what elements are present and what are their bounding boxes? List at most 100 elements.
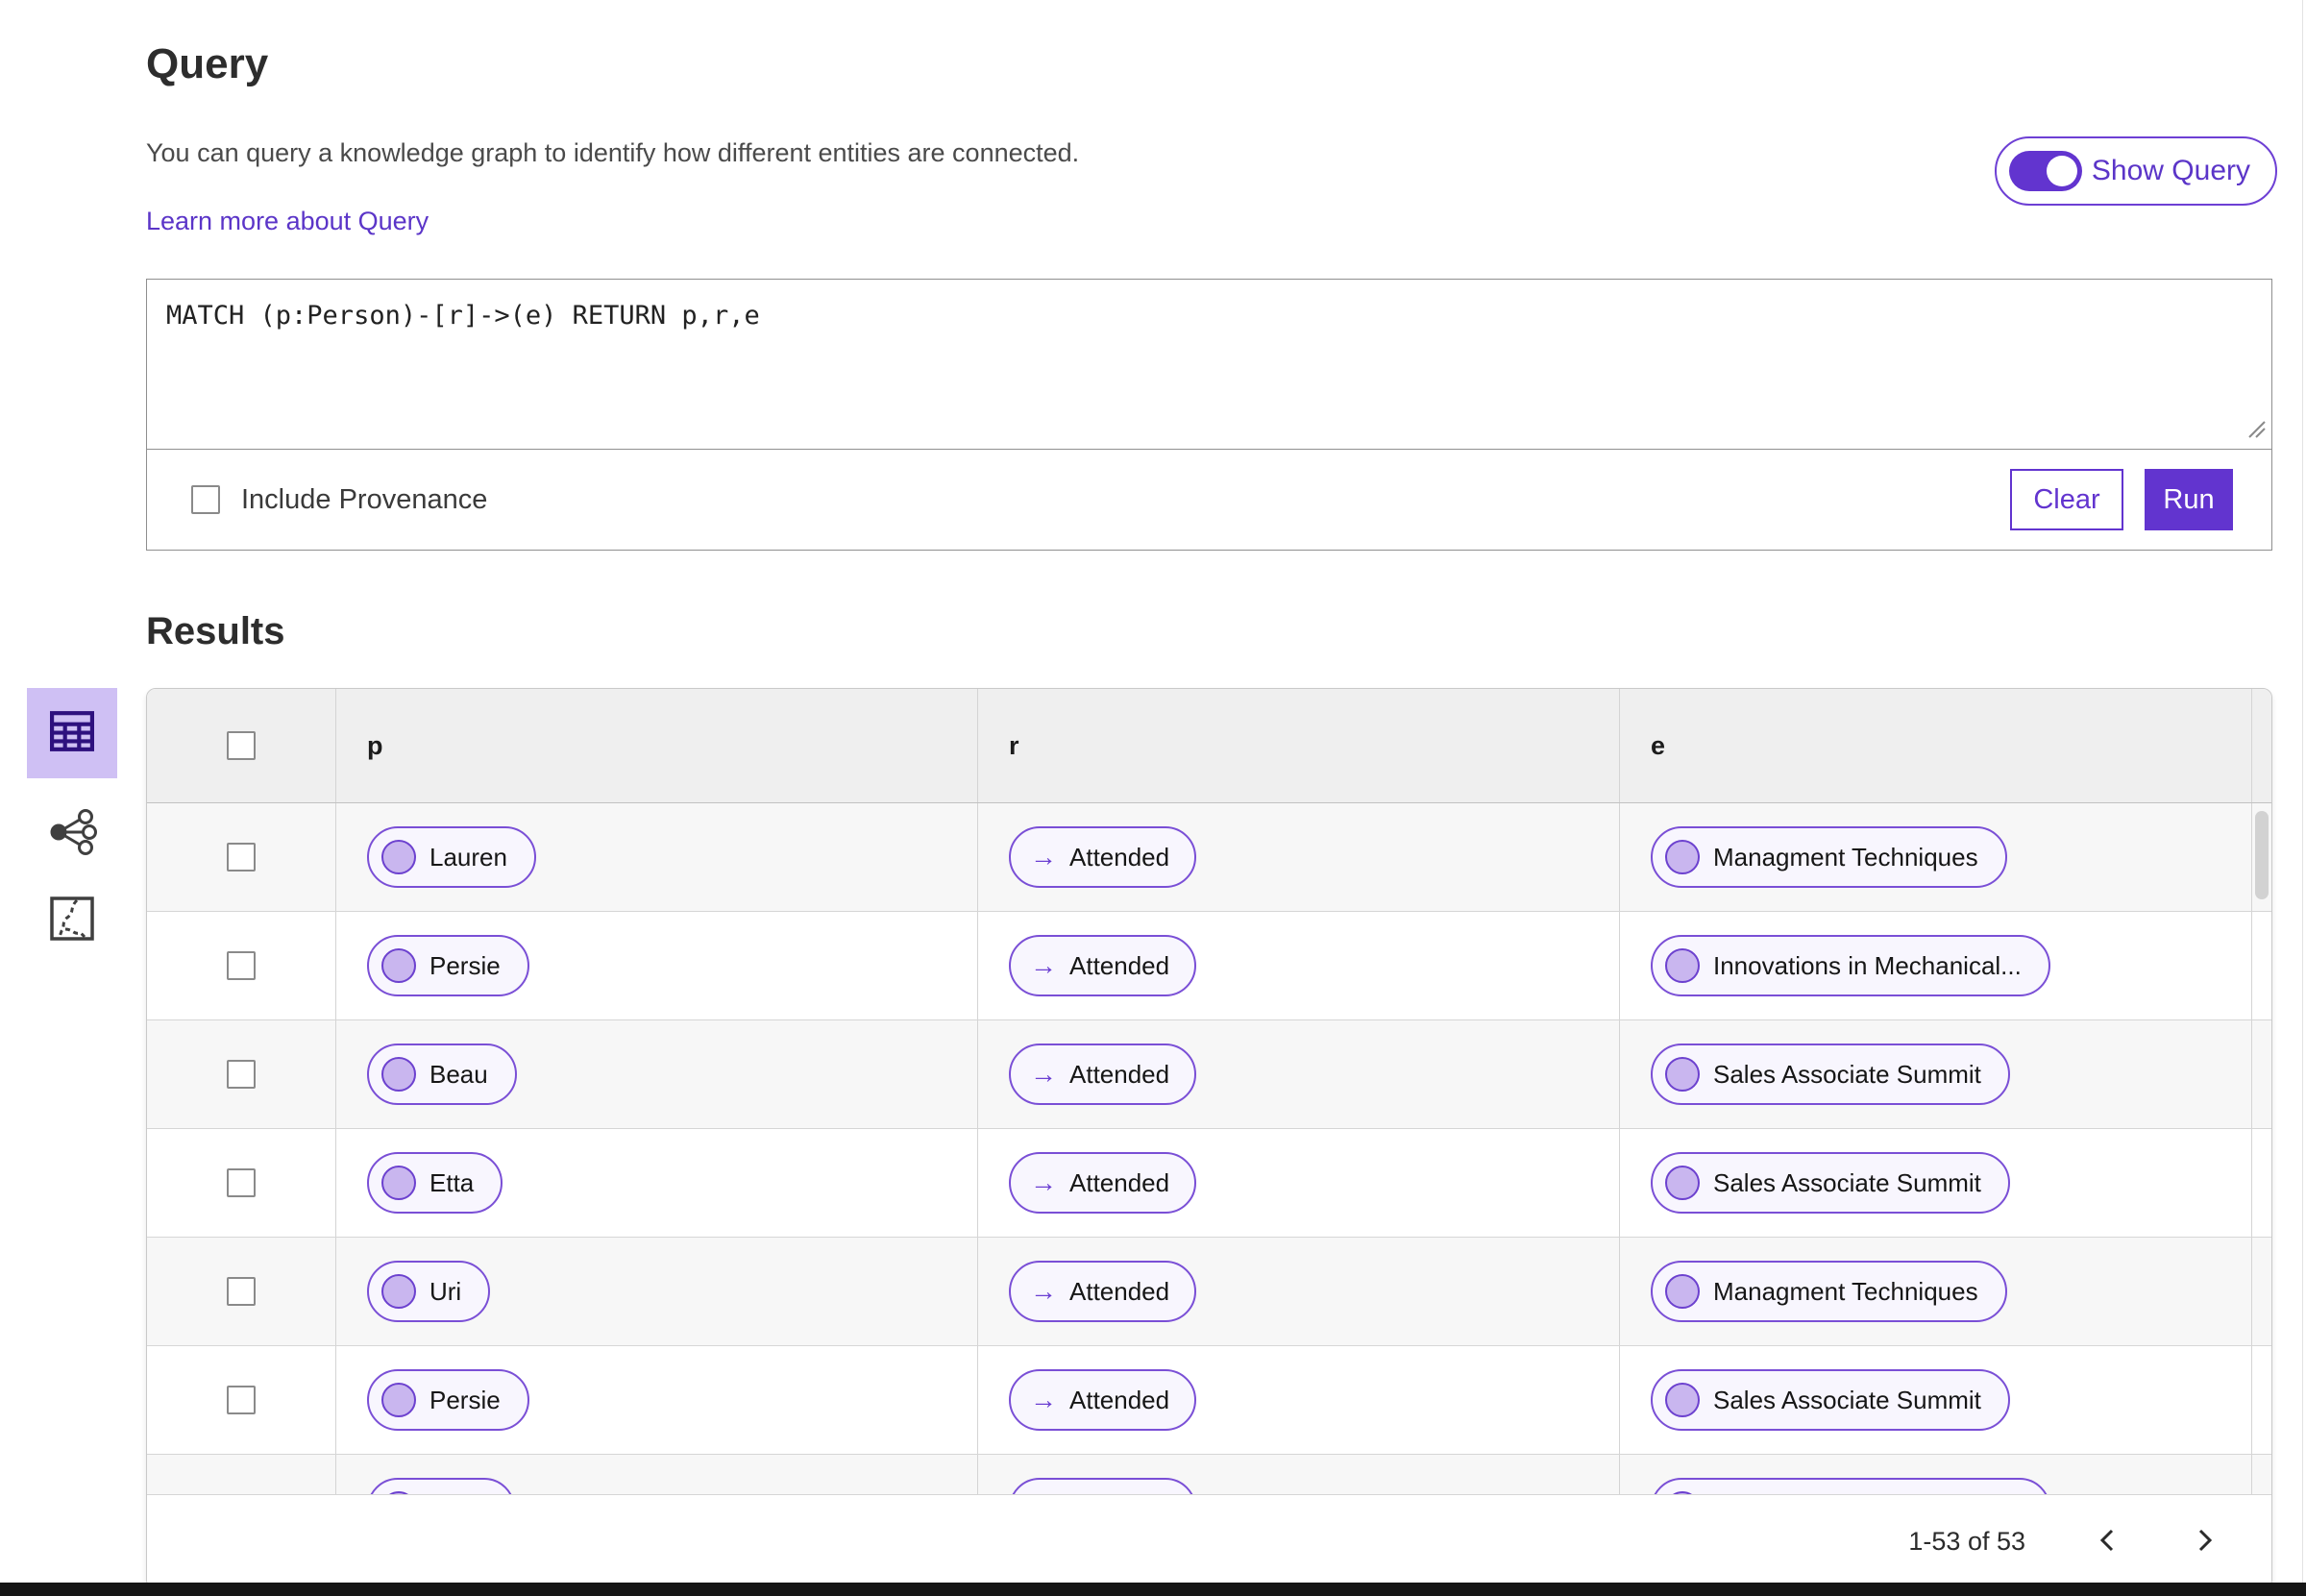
node-pill[interactable]: Managment Techniques (1651, 1261, 2007, 1322)
results-table: p r e Lauren → Attended Managment Techni… (146, 688, 2272, 1589)
table-row: Larry → Attended Innovations in Mechanic… (147, 1455, 2271, 1494)
node-pill[interactable]: Innovations in Mechanical... (1651, 1478, 2050, 1494)
node-pill[interactable]: Larry (367, 1478, 516, 1495)
node-pill[interactable]: Sales Associate Summit (1651, 1152, 2010, 1214)
learn-more-link[interactable]: Learn more about Query (146, 207, 429, 236)
node-label: Uri (429, 1276, 462, 1306)
previous-page-button[interactable] (2095, 1527, 2122, 1557)
scrollbar-gutter-cell (2251, 1455, 2271, 1494)
node-pill[interactable]: Persie (367, 935, 529, 996)
edge-pill[interactable]: → Attended (1009, 1369, 1197, 1431)
edge-pill[interactable]: → Attended (1009, 1152, 1197, 1214)
row-checkbox[interactable] (227, 843, 256, 872)
query-editor: MATCH (p:Person)-[r]->(e) RETURN p,r,e (147, 280, 2271, 450)
vertical-scrollbar[interactable] (2255, 811, 2269, 899)
scrollbar-gutter-cell (2251, 1238, 2271, 1345)
scrollbar-gutter-cell (2251, 912, 2271, 1019)
query-panel: MATCH (p:Person)-[r]->(e) RETURN p,r,e I… (146, 279, 2272, 551)
node-label: Innovations in Mechanical... (1713, 1494, 2022, 1495)
node-pill[interactable]: Managment Techniques (1651, 826, 2007, 888)
table-row: Beau → Attended Sales Associate Summit (147, 1020, 2271, 1129)
map-view-button[interactable] (27, 890, 117, 951)
run-button[interactable]: Run (2145, 469, 2233, 530)
table-row: Etta → Attended Sales Associate Summit (147, 1129, 2271, 1238)
query-page: Query You can query a knowledge graph to… (0, 0, 2306, 1589)
node-label: Persie (429, 950, 501, 980)
query-panel-footer: Include Provenance Clear Run (147, 450, 2271, 550)
include-provenance-label: Include Provenance (241, 483, 488, 515)
table-view-button[interactable] (27, 688, 117, 778)
window-edge-divider (2302, 0, 2303, 1583)
chevron-right-icon (2191, 1527, 2218, 1557)
edge-label: Attended (1069, 950, 1170, 980)
row-checkbox[interactable] (227, 1168, 256, 1197)
show-query-toggle[interactable]: Show Query (1994, 136, 2277, 206)
arrow-right-icon: → (1030, 950, 1057, 980)
edge-label: Attended (1069, 1276, 1170, 1306)
show-query-switch-icon[interactable] (2008, 151, 2082, 191)
graph-view-button[interactable] (27, 803, 117, 865)
scrollbar-gutter-cell (2251, 1346, 2271, 1454)
table-row: Uri → Attended Managment Techniques (147, 1238, 2271, 1346)
node-circle-icon (1665, 840, 1700, 874)
node-pill[interactable]: Sales Associate Summit (1651, 1369, 2010, 1431)
node-label: Etta (429, 1167, 475, 1197)
scrollbar-gutter-header (2251, 689, 2271, 802)
node-circle-icon (381, 1383, 416, 1417)
node-label: Managment Techniques (1713, 842, 1978, 872)
column-header-r: r (977, 689, 1619, 802)
query-description: You can query a knowledge graph to ident… (146, 138, 1080, 167)
node-pill[interactable]: Lauren (367, 826, 536, 888)
node-pill[interactable]: Persie (367, 1369, 529, 1431)
query-input[interactable]: MATCH (p:Person)-[r]->(e) RETURN p,r,e (147, 280, 2271, 449)
switch-knob (2046, 156, 2077, 186)
edge-pill[interactable]: → Attended (1009, 935, 1197, 996)
edge-pill[interactable]: → Attended (1009, 1478, 1197, 1494)
node-circle-icon (381, 1274, 416, 1309)
resize-handle-icon[interactable] (2245, 418, 2267, 444)
graph-nodes-icon (47, 807, 97, 862)
node-label: Beau (429, 1059, 488, 1089)
table-icon (50, 710, 94, 756)
select-all-checkbox[interactable] (227, 731, 256, 760)
node-pill[interactable]: Beau (367, 1044, 517, 1105)
results-title: Results (146, 610, 285, 652)
node-circle-icon (1665, 1057, 1700, 1092)
node-pill[interactable]: Etta (367, 1152, 503, 1214)
table-header: p r e (147, 689, 2271, 803)
node-label: Sales Associate Summit (1713, 1059, 1981, 1089)
node-pill[interactable]: Innovations in Mechanical... (1651, 935, 2050, 996)
edge-label: Attended (1069, 842, 1170, 872)
node-circle-icon (1665, 1166, 1700, 1200)
node-circle-icon (381, 1166, 416, 1200)
include-provenance-checkbox[interactable] (191, 485, 220, 514)
row-checkbox[interactable] (227, 951, 256, 980)
node-pill[interactable]: Sales Associate Summit (1651, 1044, 2010, 1105)
row-checkbox[interactable] (227, 1277, 256, 1306)
row-checkbox[interactable] (227, 1060, 256, 1089)
edge-label: Attended (1069, 1059, 1170, 1089)
node-pill[interactable]: Uri (367, 1261, 491, 1322)
edge-label: Attended (1069, 1385, 1170, 1414)
clear-button[interactable]: Clear (2010, 469, 2123, 530)
edge-pill[interactable]: → Attended (1009, 1044, 1197, 1105)
table-row: Lauren → Attended Managment Techniques (147, 803, 2271, 912)
window-bottom-bar (0, 1583, 2306, 1596)
edge-pill[interactable]: → Attended (1009, 1261, 1197, 1322)
node-circle-icon (381, 840, 416, 874)
table-row: Persie → Attended Sales Associate Summit (147, 1346, 2271, 1455)
column-header-p: p (335, 689, 977, 802)
node-circle-icon (1665, 1383, 1700, 1417)
map-route-icon (50, 896, 94, 945)
node-circle-icon (381, 948, 416, 983)
next-page-button[interactable] (2191, 1527, 2218, 1557)
arrow-right-icon: → (1030, 1059, 1057, 1089)
node-circle-icon (1665, 948, 1700, 983)
node-label: Sales Associate Summit (1713, 1167, 1981, 1197)
node-label: Innovations in Mechanical... (1713, 950, 2022, 980)
edge-pill[interactable]: → Attended (1009, 826, 1197, 888)
scrollbar-gutter-cell (2251, 1020, 2271, 1128)
row-checkbox[interactable] (227, 1386, 256, 1414)
node-label: Larry (429, 1494, 486, 1495)
node-label: Persie (429, 1385, 501, 1414)
